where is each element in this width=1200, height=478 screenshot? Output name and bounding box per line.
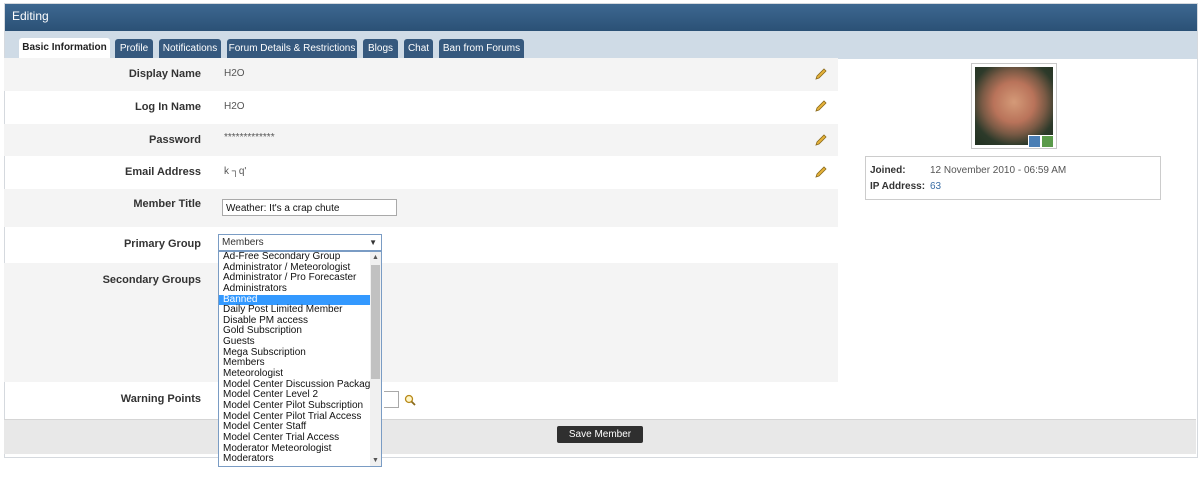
member-title-input[interactable]: Weather: It's a crap chute [222, 199, 397, 216]
password-value: ************* [224, 132, 275, 143]
member-title-label: Member Title [133, 198, 201, 210]
row-primary-group: Primary Group [4, 227, 838, 263]
edit-pencil-icon[interactable] [814, 165, 828, 179]
dropdown-option[interactable]: Moderators [219, 454, 381, 465]
dropdown-scrollbar[interactable]: ▲ ▼ [370, 252, 381, 466]
edit-pencil-icon[interactable] [814, 67, 828, 81]
ip-address-value[interactable]: 63 [930, 181, 941, 192]
avatar-image [975, 67, 1053, 145]
row-login-name: Log In Name H2O [4, 91, 838, 124]
dropdown-options: Ad-Free Secondary Group Administrator / M… [219, 252, 381, 465]
login-name-value: H2O [224, 101, 245, 112]
ip-address-label: IP Address: [870, 181, 926, 192]
row-member-title: Member Title Weather: It's a crap chute [4, 189, 838, 227]
row-warning-points: Warning Points [4, 382, 838, 419]
login-name-label: Log In Name [134, 101, 201, 113]
tab-blogs[interactable]: Blogs [363, 39, 398, 59]
joined-value: 12 November 2010 - 06:59 AM [930, 165, 1067, 176]
search-icon[interactable] [404, 394, 416, 406]
dropdown-option[interactable]: Model Center Pilot Subscription [219, 400, 381, 412]
warning-points-input[interactable] [384, 391, 399, 408]
edit-pencil-icon[interactable] [814, 133, 828, 147]
row-password: Password ************* [4, 124, 838, 156]
primary-group-selected-value: Members [222, 237, 264, 248]
display-name-value: H2O [224, 68, 245, 79]
scroll-up-icon[interactable]: ▲ [370, 252, 381, 263]
panel-title: Editing [12, 9, 49, 23]
primary-group-label: Primary Group [123, 238, 201, 250]
primary-group-dropdown[interactable]: Ad-Free Secondary Group Administrator / M… [218, 251, 382, 467]
email-label: Email Address [124, 166, 201, 178]
display-name-label: Display Name [128, 68, 201, 80]
form-footer: Save Member [4, 419, 1196, 454]
tab-ban-from-forums[interactable]: Ban from Forums [439, 39, 524, 59]
email-value: k ┐q' [224, 166, 247, 177]
chevron-down-icon: ▼ [369, 238, 377, 247]
row-secondary-groups: Secondary Groups [4, 263, 838, 382]
primary-group-select[interactable]: Members ▼ [218, 234, 382, 251]
edit-pencil-icon[interactable] [814, 99, 828, 113]
dropdown-option[interactable]: Model Center Trial Access [219, 432, 381, 444]
remove-photo-icon[interactable] [1041, 135, 1054, 148]
tab-forum-details[interactable]: Forum Details & Restrictions [227, 39, 357, 59]
joined-label: Joined: [870, 165, 906, 176]
member-info-box: Joined: 12 November 2010 - 06:59 AM IP A… [865, 156, 1161, 200]
tab-chat[interactable]: Chat [404, 39, 433, 59]
edit-photo-icon[interactable] [1028, 135, 1041, 148]
tab-bar: Basic Information Profile Notifications … [5, 31, 1197, 59]
password-label: Password [149, 134, 201, 146]
secondary-groups-label: Secondary Groups [102, 274, 201, 286]
row-email: Email Address k ┐q' [4, 156, 838, 189]
save-member-button[interactable]: Save Member [557, 426, 643, 443]
warning-points-label: Warning Points [120, 393, 201, 405]
dropdown-option[interactable]: Administrators [219, 283, 381, 295]
tab-profile[interactable]: Profile [115, 39, 153, 59]
scrollbar-thumb[interactable] [371, 265, 380, 379]
avatar [971, 63, 1057, 149]
row-display-name: Display Name H2O [4, 58, 838, 91]
scroll-down-icon[interactable]: ▼ [370, 455, 381, 466]
panel-titlebar: Editing [5, 4, 1197, 31]
tab-notifications[interactable]: Notifications [159, 39, 221, 59]
tab-basic-information[interactable]: Basic Information [19, 38, 110, 59]
